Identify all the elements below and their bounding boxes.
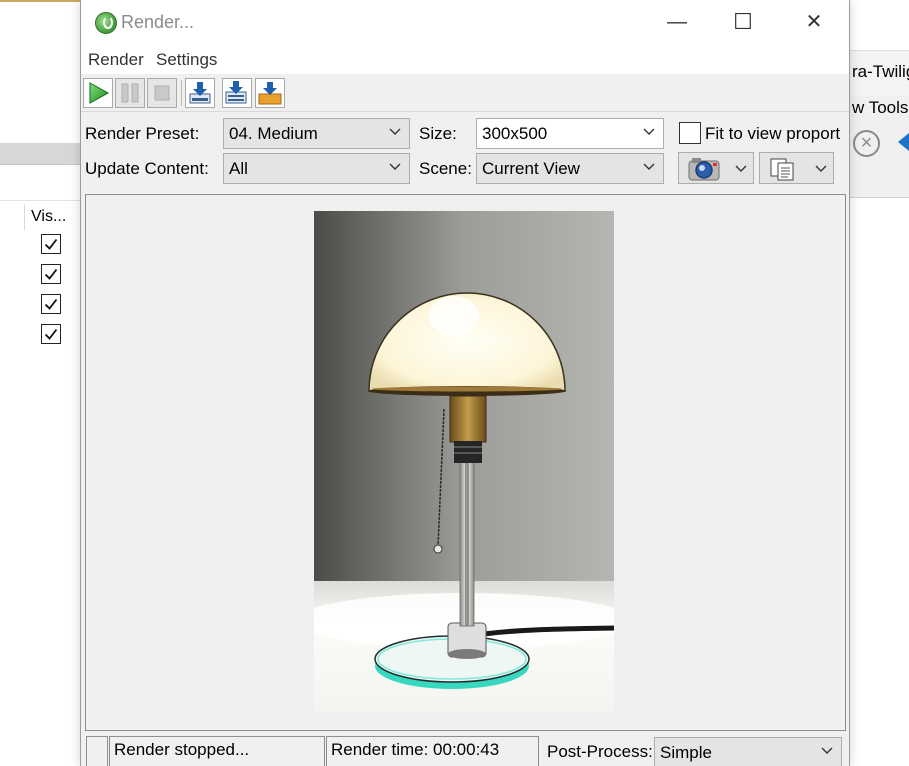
visibility-checkbox[interactable] — [41, 294, 61, 314]
render-dialog: Render... — ☐ ✕ Render Settings Render P… — [80, 0, 850, 766]
chevron-down-icon — [815, 165, 827, 172]
scene-select[interactable]: Current View — [476, 153, 664, 184]
rendered-image — [314, 211, 614, 711]
fit-to-view-label: Fit to view proport — [705, 124, 841, 143]
export-button[interactable] — [255, 78, 285, 108]
save-image-button[interactable] — [185, 78, 215, 108]
save-icon — [189, 82, 211, 104]
post-process-select[interactable]: Simple — [654, 737, 842, 766]
fit-to-view-checkbox[interactable] — [679, 122, 701, 144]
copy-dropdown[interactable] — [759, 152, 834, 184]
size-select[interactable]: 300x500 — [476, 118, 664, 149]
render-time: Render time: 00:00:43 — [326, 736, 539, 766]
post-process-label: Post-Process: — [547, 742, 653, 761]
checkmark-icon — [44, 268, 58, 280]
chevron-down-icon — [643, 163, 655, 170]
chevron-down-icon — [389, 163, 401, 170]
status-progress-cell — [86, 736, 108, 766]
render-preset-value: 04. Medium — [229, 124, 318, 143]
visibility-checkbox[interactable] — [41, 234, 61, 254]
checkmark-icon — [44, 298, 58, 310]
save-all-icon — [225, 81, 247, 104]
visibility-column-header[interactable]: Vis... — [24, 204, 74, 230]
render-app-icon — [95, 12, 117, 34]
checkmark-icon — [44, 238, 58, 250]
pause-icon — [121, 83, 139, 103]
back-arrow-icon[interactable] — [898, 133, 909, 151]
minimize-button[interactable]: — — [654, 0, 700, 46]
play-icon — [89, 82, 110, 104]
update-content-value: All — [229, 159, 248, 178]
render-status: Render stopped... — [109, 736, 325, 766]
pause-render-button[interactable] — [115, 78, 145, 108]
scene-label: Scene: — [419, 159, 472, 178]
camera-dropdown[interactable] — [678, 152, 754, 184]
checkmark-icon — [44, 328, 58, 340]
camera-icon — [688, 158, 720, 181]
stop-render-button[interactable] — [147, 78, 177, 108]
update-content-label: Update Content: — [85, 159, 209, 178]
menu-render[interactable]: Render — [88, 50, 144, 70]
cancel-circle-icon[interactable]: × — [853, 130, 880, 157]
background-menu-items[interactable]: w Tools — [852, 98, 908, 118]
export-icon — [258, 82, 282, 105]
window-title: Render... — [121, 12, 195, 32]
start-render-button[interactable] — [83, 78, 113, 108]
render-preset-label: Render Preset: — [85, 124, 200, 143]
maximize-button[interactable]: ☐ — [720, 0, 766, 46]
chevron-down-icon — [821, 747, 833, 754]
background-left-panel — [0, 0, 82, 766]
scene-value: Current View — [482, 159, 580, 178]
chevron-down-icon — [643, 128, 655, 135]
render-preset-select[interactable]: 04. Medium — [223, 118, 410, 149]
size-value: 300x500 — [482, 124, 548, 143]
size-label: Size: — [419, 124, 457, 143]
close-button[interactable]: ✕ — [791, 0, 837, 46]
menu-settings[interactable]: Settings — [156, 50, 217, 70]
chevron-down-icon — [735, 165, 747, 172]
stop-icon — [154, 85, 170, 101]
update-content-select[interactable]: All — [223, 153, 410, 184]
background-panel-band — [0, 143, 82, 165]
visibility-checkbox[interactable] — [41, 324, 61, 344]
toolbar-separator — [181, 80, 182, 106]
background-window-title: ra-Twilig — [852, 62, 909, 81]
copy-icon — [770, 158, 794, 181]
save-all-button[interactable] — [222, 78, 252, 108]
visibility-checkbox[interactable] — [41, 264, 61, 284]
background-divider — [0, 200, 82, 201]
chevron-down-icon — [389, 128, 401, 135]
post-process-value: Simple — [660, 743, 712, 762]
